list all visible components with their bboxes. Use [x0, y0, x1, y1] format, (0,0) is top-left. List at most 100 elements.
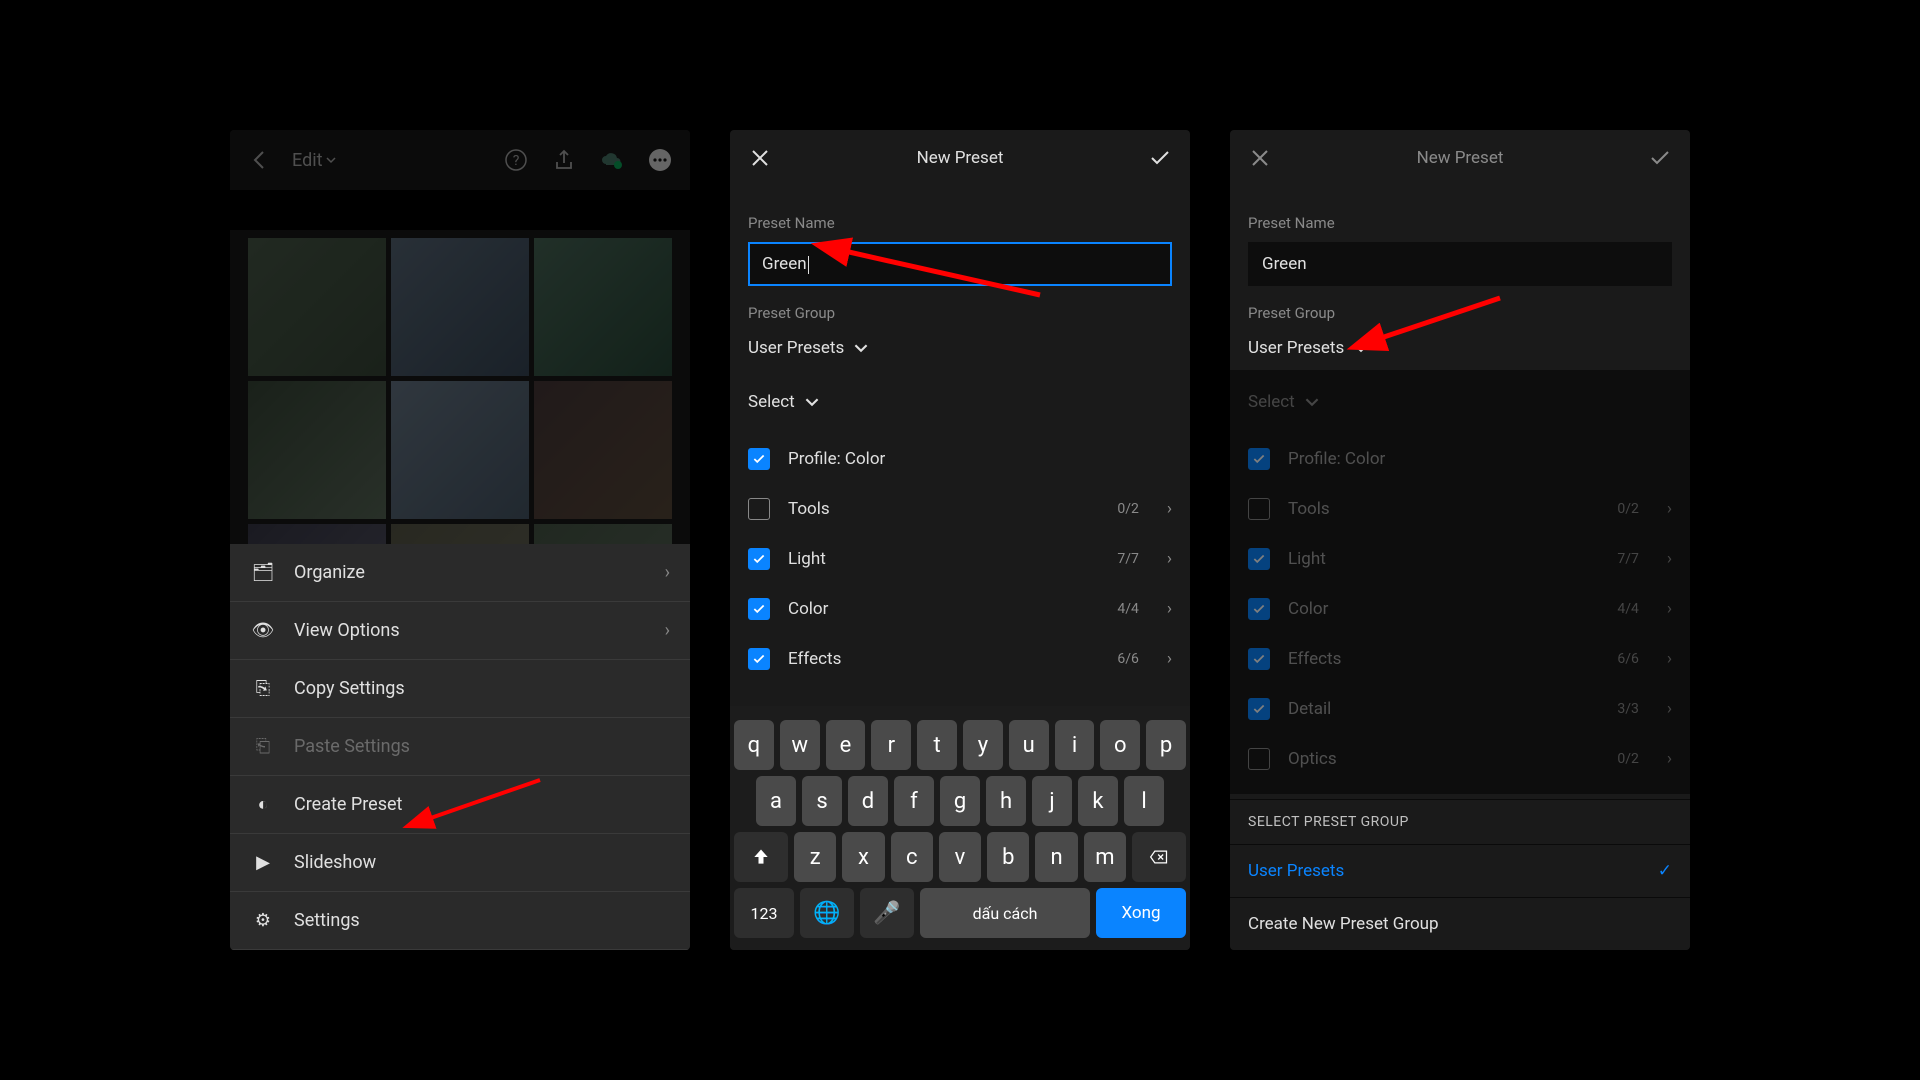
share-icon[interactable]: [552, 148, 576, 172]
photo-thumbnail[interactable]: [248, 381, 386, 519]
key-mic[interactable]: 🎤: [860, 888, 914, 938]
key-shift[interactable]: [734, 832, 788, 882]
key-o[interactable]: o: [1100, 720, 1140, 770]
key-a[interactable]: a: [756, 776, 796, 826]
key-m[interactable]: m: [1084, 832, 1126, 882]
option-color[interactable]: Color4/4›: [1248, 584, 1672, 634]
sheet-user-presets[interactable]: User Presets✓: [1230, 844, 1690, 897]
photo-thumbnail[interactable]: [391, 238, 529, 376]
virtual-keyboard: qwertyuiop asdfghjkl zxcvbnm 123 🌐 🎤 dấu…: [730, 706, 1190, 950]
option-tools[interactable]: Tools0/2›: [1248, 484, 1672, 534]
option-tools[interactable]: Tools0/2›: [748, 484, 1172, 534]
key-backspace[interactable]: [1132, 832, 1186, 882]
menu-copy-settings[interactable]: ⎘Copy Settings: [230, 660, 690, 718]
key-j[interactable]: j: [1032, 776, 1072, 826]
option-effects[interactable]: Effects6/6›: [748, 634, 1172, 684]
photo-thumbnail[interactable]: [248, 238, 386, 376]
key-d[interactable]: d: [848, 776, 888, 826]
checkbox-icon[interactable]: [1248, 548, 1270, 570]
checkbox-icon[interactable]: [1248, 648, 1270, 670]
checkbox-icon[interactable]: [748, 548, 770, 570]
back-icon[interactable]: [248, 148, 272, 172]
key-b[interactable]: b: [987, 832, 1029, 882]
checkbox-icon[interactable]: [748, 648, 770, 670]
chevron-right-icon: ›: [1667, 599, 1672, 619]
preset-name-input[interactable]: Green: [1248, 242, 1672, 286]
key-h[interactable]: h: [986, 776, 1026, 826]
checkbox-icon[interactable]: [1248, 698, 1270, 720]
option-color[interactable]: Color4/4›: [748, 584, 1172, 634]
checkbox-icon[interactable]: [748, 498, 770, 520]
preset-group-dropdown[interactable]: User Presets: [748, 332, 1172, 364]
preset-group-label: Preset Group: [748, 304, 1172, 322]
chevron-right-icon: ›: [665, 562, 670, 583]
key-z[interactable]: z: [794, 832, 836, 882]
checkbox-icon[interactable]: [748, 598, 770, 620]
confirm-icon[interactable]: [1148, 146, 1172, 170]
key-numbers[interactable]: 123: [734, 888, 794, 938]
menu-slideshow[interactable]: ▶Slideshow: [230, 834, 690, 892]
key-p[interactable]: p: [1146, 720, 1186, 770]
checkbox-icon[interactable]: [1248, 448, 1270, 470]
key-u[interactable]: u: [1009, 720, 1049, 770]
menu-settings[interactable]: ⚙Settings: [230, 892, 690, 950]
key-x[interactable]: x: [842, 832, 884, 882]
checkbox-icon[interactable]: [748, 448, 770, 470]
more-icon[interactable]: [648, 148, 672, 172]
option-profile[interactable]: Profile: Color: [748, 434, 1172, 484]
confirm-icon[interactable]: [1648, 146, 1672, 170]
select-dropdown[interactable]: Select: [1248, 386, 1672, 418]
key-l[interactable]: l: [1124, 776, 1164, 826]
key-s[interactable]: s: [802, 776, 842, 826]
menu-view-options[interactable]: 👁View Options›: [230, 602, 690, 660]
cloud-icon[interactable]: [600, 148, 624, 172]
key-y[interactable]: y: [963, 720, 1003, 770]
preset-name-input[interactable]: Green: [748, 242, 1172, 286]
select-dropdown[interactable]: Select: [748, 386, 1172, 418]
edit-dropdown[interactable]: Edit: [292, 150, 336, 171]
chevron-right-icon: ›: [1667, 749, 1672, 769]
photo-thumbnail[interactable]: [534, 381, 672, 519]
menu-organize[interactable]: 🗂Organize›: [230, 544, 690, 602]
close-icon[interactable]: [748, 146, 772, 170]
key-r[interactable]: r: [871, 720, 911, 770]
photo-thumbnail[interactable]: [534, 238, 672, 376]
key-f[interactable]: f: [894, 776, 934, 826]
menu-paste-settings: ⎗Paste Settings: [230, 718, 690, 776]
edit-topbar: Edit ?: [230, 130, 690, 190]
preset-options-list: Profile: Color Tools0/2› Light7/7› Color…: [748, 434, 1172, 684]
close-icon[interactable]: [1248, 146, 1272, 170]
key-globe[interactable]: 🌐: [800, 888, 854, 938]
key-e[interactable]: e: [826, 720, 866, 770]
key-w[interactable]: w: [780, 720, 820, 770]
checkbox-icon[interactable]: [1248, 498, 1270, 520]
key-c[interactable]: c: [891, 832, 933, 882]
key-k[interactable]: k: [1078, 776, 1118, 826]
checkbox-icon[interactable]: [1248, 598, 1270, 620]
option-profile[interactable]: Profile: Color: [1248, 434, 1672, 484]
spacer: [230, 190, 690, 230]
option-light[interactable]: Light7/7›: [748, 534, 1172, 584]
option-optics[interactable]: Optics0/2›: [1248, 734, 1672, 784]
header-title: New Preset: [917, 148, 1004, 168]
photo-thumbnail[interactable]: [391, 381, 529, 519]
help-icon[interactable]: ?: [504, 148, 528, 172]
key-i[interactable]: i: [1055, 720, 1095, 770]
key-n[interactable]: n: [1035, 832, 1077, 882]
sheet-create-new-group[interactable]: Create New Preset Group: [1230, 897, 1690, 950]
checkbox-icon[interactable]: [1248, 748, 1270, 770]
key-spacebar[interactable]: dấu cách: [920, 888, 1090, 938]
option-detail[interactable]: Detail3/3›: [1248, 684, 1672, 734]
preset-group-dropdown[interactable]: User Presets: [1248, 332, 1672, 364]
key-v[interactable]: v: [939, 832, 981, 882]
menu-create-preset[interactable]: ◐Create Preset: [230, 776, 690, 834]
preset-name-label: Preset Name: [1248, 214, 1672, 232]
chevron-right-icon: ›: [1167, 649, 1172, 669]
key-g[interactable]: g: [940, 776, 980, 826]
option-light[interactable]: Light7/7›: [1248, 534, 1672, 584]
chevron-right-icon: ›: [1667, 549, 1672, 569]
key-t[interactable]: t: [917, 720, 957, 770]
key-q[interactable]: q: [734, 720, 774, 770]
option-effects[interactable]: Effects6/6›: [1248, 634, 1672, 684]
key-done[interactable]: Xong: [1096, 888, 1186, 938]
